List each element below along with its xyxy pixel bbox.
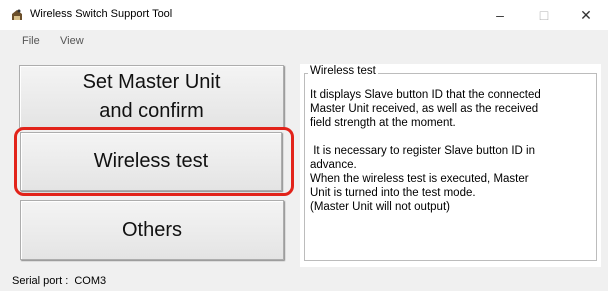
desc-line: Unit is turned into the test mode.	[310, 187, 476, 199]
desc-line: It displays Slave button ID that the con…	[310, 89, 541, 101]
app-icon	[12, 9, 22, 20]
highlight-frame	[14, 127, 294, 196]
desc-line: field strength at the moment.	[310, 117, 456, 129]
desc-line: It is necessary to register Slave button…	[310, 145, 535, 157]
description-text: It displays Slave button ID that the con…	[310, 88, 595, 228]
desc-line: (Master Unit will not output)	[310, 201, 450, 213]
window-title: Wireless Switch Support Tool	[30, 8, 173, 20]
menu-bar: File View	[0, 30, 608, 52]
title-bar: Wireless Switch Support Tool – □ ✕	[0, 0, 608, 30]
group-legend: Wireless test	[308, 65, 378, 77]
menu-view[interactable]: View	[60, 35, 84, 47]
desc-line: advance.	[310, 159, 357, 171]
others-button[interactable]: Others	[20, 200, 284, 260]
close-icon: ✕	[580, 6, 592, 23]
close-button[interactable]: ✕	[564, 0, 608, 30]
status-bar: Serial port : COM3	[12, 275, 106, 287]
set-master-label-line2: and confirm	[99, 99, 204, 122]
desc-line: Master Unit received, as well as the rec…	[310, 103, 539, 115]
desc-line: When the wireless test is executed, Mast…	[310, 173, 529, 185]
description-panel: Wireless test It displays Slave button I…	[300, 64, 601, 267]
maximize-button[interactable]: □	[522, 0, 566, 30]
serial-port-status: Serial port : COM3	[12, 275, 107, 287]
set-master-label-line1: Set Master Unit	[82, 70, 221, 93]
minimize-button[interactable]: –	[478, 0, 522, 30]
minimize-icon: –	[496, 7, 504, 23]
set-master-unit-button[interactable]: Set Master Unit and confirm	[19, 65, 284, 128]
maximize-icon: □	[539, 7, 549, 23]
others-label: Others	[121, 218, 183, 241]
menu-file[interactable]: File	[22, 35, 40, 47]
